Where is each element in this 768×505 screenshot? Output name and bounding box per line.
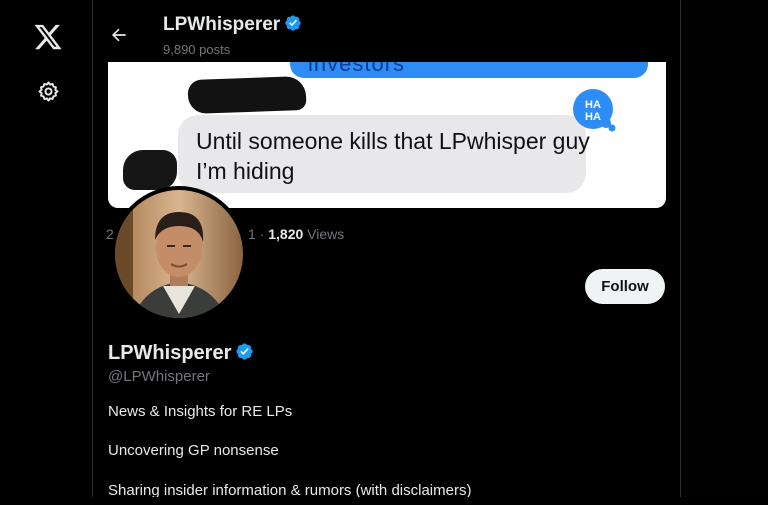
column-divider-left xyxy=(92,0,93,498)
reaction-text-top: HA xyxy=(585,99,601,111)
gear-icon[interactable] xyxy=(37,80,60,103)
bio-line: News & Insights for RE LPs xyxy=(108,403,293,420)
bottom-edge xyxy=(0,497,768,505)
nav-rail xyxy=(0,0,92,505)
profile-handle: @LPWhisperer xyxy=(108,368,210,385)
redaction-scribble xyxy=(123,150,177,190)
redaction-scribble xyxy=(187,75,307,115)
outer-background xyxy=(680,0,768,505)
verified-badge-icon xyxy=(236,343,253,360)
column-divider-right xyxy=(680,0,681,498)
haha-reaction-icon: HA HA xyxy=(573,89,616,132)
views-prefix: 1 · xyxy=(248,226,269,242)
profile-banner[interactable]: investors Until someone kills that LPwhi… xyxy=(108,60,666,208)
reaction-text-bottom: HA xyxy=(585,111,601,123)
profile-header: LPWhisperer 9,890 posts xyxy=(93,0,680,62)
sent-message-text: investors xyxy=(308,60,406,76)
header-title: LPWhisperer xyxy=(163,14,302,36)
avatar-portrait-icon xyxy=(115,190,243,318)
x-logo-icon[interactable] xyxy=(33,22,63,52)
profile-name-text: LPWhisperer xyxy=(108,342,232,364)
received-message-text: Until someone kills that LPwhisper guy I… xyxy=(196,128,590,184)
bio-line: Uncovering GP nonsense xyxy=(108,442,279,459)
post-count: 9,890 posts xyxy=(163,42,231,57)
header-name-text: LPWhisperer xyxy=(163,14,281,35)
avatar[interactable] xyxy=(111,186,247,322)
post-views: 1 · 1,820 Views xyxy=(248,226,344,242)
follow-button[interactable]: Follow xyxy=(585,269,665,304)
verified-badge-icon xyxy=(285,15,301,31)
views-label: Views xyxy=(303,226,345,242)
profile-name: LPWhisperer xyxy=(108,342,254,365)
profile-page: LPWhisperer 9,890 posts investors Until … xyxy=(0,0,768,505)
views-count: 1,820 xyxy=(268,226,304,242)
arrow-left-icon[interactable] xyxy=(109,25,129,45)
